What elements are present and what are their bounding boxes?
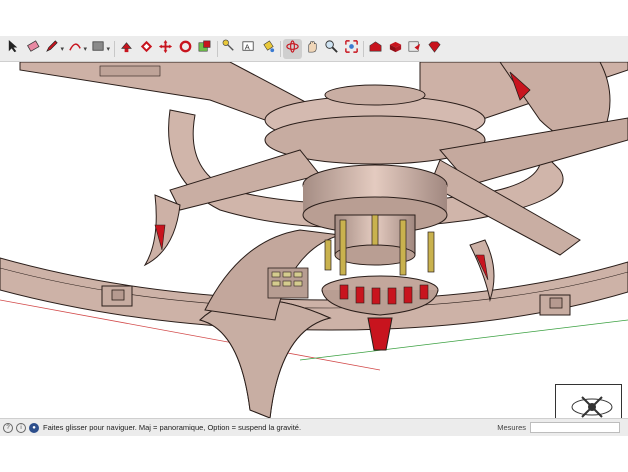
eraser-icon <box>26 39 41 59</box>
arc-icon <box>68 39 83 59</box>
move-tool-button[interactable] <box>156 39 175 59</box>
scale-icon <box>197 39 212 59</box>
zoom-tool-button[interactable] <box>322 39 341 59</box>
chevron-down-icon[interactable]: ▾ <box>61 45 65 53</box>
pan-tool-button[interactable] <box>303 39 322 59</box>
status-bar: ? i ● Faites glisser pour naviguer. Maj … <box>0 418 628 436</box>
extension-manager-icon <box>427 39 442 59</box>
send-to-layout-tool-button[interactable] <box>405 39 424 59</box>
pencil-icon <box>45 39 60 59</box>
status-text: Faites glisser pour naviguer. Maj = pano… <box>43 423 302 432</box>
orbit-icon <box>285 39 300 59</box>
zoom-extents-icon <box>344 39 359 59</box>
paint-bucket-icon <box>261 39 276 59</box>
zoom-icon <box>324 39 339 59</box>
toolbar-separator <box>216 40 218 57</box>
paint-bucket-tool-button[interactable] <box>259 39 278 59</box>
select-arrow-tool-button[interactable] <box>4 39 23 59</box>
chevron-down-icon[interactable]: ▾ <box>84 45 88 53</box>
toolbar-separator <box>114 40 116 57</box>
model-viewport[interactable] <box>0 62 628 418</box>
orbit-tool-button[interactable] <box>283 38 303 59</box>
extension-warehouse-tool-button[interactable] <box>386 39 405 59</box>
zoom-extents-tool-button[interactable] <box>342 39 361 59</box>
text-icon: A <box>241 39 256 59</box>
user-icon[interactable]: ● <box>29 422 39 433</box>
tape-measure-icon <box>222 39 237 59</box>
extension-manager-tool-button[interactable] <box>425 39 444 59</box>
toolbar-separator <box>363 40 365 57</box>
send-to-layout-icon <box>407 39 422 59</box>
rotate-tool-button[interactable] <box>176 39 195 59</box>
measures-label: Mesures <box>497 423 526 432</box>
extension-warehouse-icon <box>388 39 403 59</box>
select-arrow-icon <box>6 39 21 59</box>
rectangle-tool-button[interactable] <box>89 39 108 59</box>
eraser-tool-button[interactable] <box>24 39 43 59</box>
pan-icon <box>305 39 320 59</box>
rotate-icon <box>178 39 193 59</box>
chevron-down-icon[interactable]: ▾ <box>107 45 111 53</box>
lower-spire <box>367 317 393 351</box>
warehouse-tool-button[interactable] <box>366 39 385 59</box>
info-icon[interactable]: ? <box>3 422 13 433</box>
toolbar-separator <box>280 40 282 57</box>
move-icon <box>158 39 173 59</box>
credits-icon[interactable]: i <box>16 422 26 433</box>
offset-icon <box>139 39 154 59</box>
warehouse-icon <box>368 39 383 59</box>
rectangle-icon <box>91 39 106 59</box>
text-tool-button[interactable]: A <box>239 39 258 59</box>
space-station-model <box>0 62 628 418</box>
measures-box: Mesures <box>497 422 620 433</box>
push-pull-tool-button[interactable] <box>117 39 136 59</box>
toolbar: ▾ ▾ ▾ A <box>0 36 628 62</box>
tape-measure-tool-button[interactable] <box>220 39 239 59</box>
svg-text:A: A <box>245 42 250 51</box>
arc-tool-button[interactable] <box>66 39 85 59</box>
offset-tool-button[interactable] <box>137 39 156 59</box>
pencil-tool-button[interactable] <box>43 39 62 59</box>
measures-input[interactable] <box>530 422 620 433</box>
scale-tool-button[interactable] <box>195 39 214 59</box>
push-pull-icon <box>119 39 134 59</box>
